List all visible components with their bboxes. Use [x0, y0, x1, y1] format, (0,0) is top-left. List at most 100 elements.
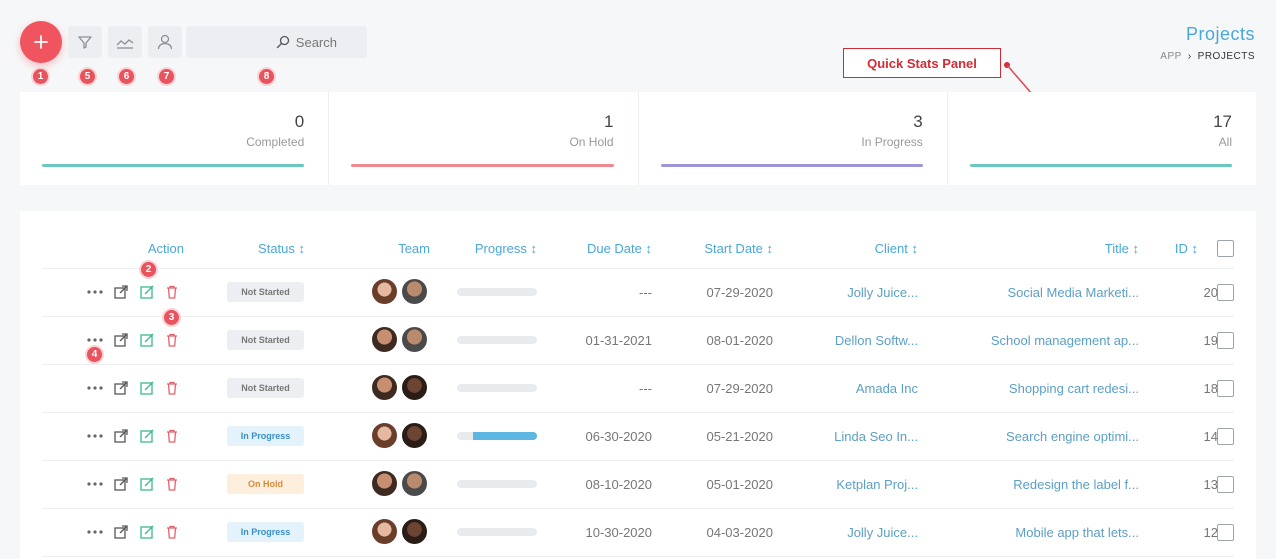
user-button[interactable] — [148, 26, 182, 58]
chart-button[interactable] — [108, 26, 142, 58]
row-client[interactable]: Jolly Juice... — [847, 525, 918, 540]
header-title[interactable]: Title ↕ — [1105, 241, 1139, 256]
delete-icon[interactable] — [164, 428, 180, 444]
filter-button[interactable] — [68, 26, 102, 58]
annotation-badge-2: 2 — [139, 260, 158, 279]
team-avatar[interactable] — [371, 518, 398, 545]
row-id: 12 — [1203, 525, 1218, 540]
header-id[interactable]: ID ↕ — [1175, 241, 1198, 256]
row-title[interactable]: Shopping cart redesi... — [1009, 381, 1139, 396]
stat-completed[interactable]: 0 Completed — [20, 92, 330, 185]
row-client[interactable]: Dellon Softw... — [835, 333, 918, 348]
header-progress[interactable]: Progress ↕ — [475, 241, 537, 256]
team-avatar[interactable] — [371, 374, 398, 401]
breadcrumb-current: PROJECTS — [1197, 51, 1255, 62]
more-options-icon[interactable] — [85, 524, 105, 540]
team-avatar[interactable] — [371, 278, 398, 305]
open-external-icon[interactable] — [113, 524, 129, 540]
row-start-date: 04-03-2020 — [706, 525, 774, 540]
open-external-icon[interactable] — [113, 284, 129, 300]
select-all-checkbox[interactable] — [1217, 240, 1234, 257]
row-client[interactable]: Amada Inc — [856, 381, 918, 396]
row-title[interactable]: Social Media Marketi... — [1008, 285, 1140, 300]
more-options-icon[interactable] — [85, 380, 105, 396]
team-avatar[interactable] — [401, 422, 428, 449]
header-client[interactable]: Client ↕ — [875, 241, 918, 256]
row-id: 19 — [1203, 333, 1218, 348]
stat-all[interactable]: 17 All — [948, 92, 1256, 185]
search-input[interactable]: Search — [186, 26, 367, 58]
quick-stats-callout: Quick Stats Panel — [843, 48, 1001, 78]
row-title[interactable]: School management ap... — [991, 333, 1139, 348]
team-avatar[interactable] — [371, 470, 398, 497]
row-checkbox[interactable] — [1217, 332, 1234, 349]
team-avatar[interactable] — [401, 470, 428, 497]
header-due-date[interactable]: Due Date ↕ — [587, 241, 652, 256]
row-start-date: 08-01-2020 — [706, 333, 774, 348]
edit-icon[interactable] — [139, 284, 155, 300]
open-external-icon[interactable] — [113, 476, 129, 492]
delete-icon[interactable] — [164, 332, 180, 348]
row-divider — [42, 556, 1234, 557]
open-external-icon[interactable] — [113, 332, 129, 348]
row-title[interactable]: Search engine optimi... — [1006, 429, 1139, 444]
edit-icon[interactable] — [139, 332, 155, 348]
status-badge: In Progress — [227, 522, 304, 542]
edit-icon[interactable] — [139, 380, 155, 396]
header-start-date[interactable]: Start Date ↕ — [704, 241, 773, 256]
row-progress-bar — [457, 384, 537, 392]
row-due-date: 06-30-2020 — [585, 429, 653, 444]
row-progress-bar — [457, 336, 537, 344]
row-title[interactable]: Redesign the label f... — [1013, 477, 1139, 492]
search-placeholder: Search — [295, 34, 337, 50]
row-divider — [42, 364, 1234, 365]
edit-icon[interactable] — [139, 524, 155, 540]
row-checkbox[interactable] — [1217, 476, 1234, 493]
header-action: Action — [147, 241, 184, 256]
delete-icon[interactable] — [164, 524, 180, 540]
filter-icon — [78, 36, 92, 49]
breadcrumb-app[interactable]: APP — [1160, 51, 1182, 62]
row-progress-bar — [457, 480, 537, 488]
stat-on-hold[interactable]: 1 On Hold — [329, 92, 639, 185]
team-avatar[interactable] — [401, 518, 428, 545]
line-chart-icon — [116, 39, 134, 49]
row-checkbox[interactable] — [1217, 524, 1234, 541]
team-avatar[interactable] — [371, 326, 398, 353]
row-divider — [42, 508, 1234, 509]
team-avatar[interactable] — [401, 374, 428, 401]
stat-value: 1 — [604, 112, 614, 131]
quick-stats-panel: 0 Completed 1 On Hold 3 In Progress 17 A… — [20, 92, 1256, 185]
open-external-icon[interactable] — [113, 380, 129, 396]
more-options-icon[interactable] — [85, 428, 105, 444]
team-avatar[interactable] — [371, 422, 398, 449]
edit-icon[interactable] — [139, 428, 155, 444]
team-avatar[interactable] — [401, 326, 428, 353]
row-client[interactable]: Jolly Juice... — [847, 285, 918, 300]
add-project-button[interactable] — [20, 21, 62, 63]
edit-icon[interactable] — [139, 476, 155, 492]
open-external-icon[interactable] — [113, 428, 129, 444]
team-avatar[interactable] — [401, 278, 428, 305]
row-checkbox[interactable] — [1217, 284, 1234, 301]
row-client[interactable]: Ketplan Proj... — [836, 477, 918, 492]
status-badge: Not Started — [227, 282, 304, 302]
more-options-icon[interactable] — [85, 284, 105, 300]
stat-in-progress[interactable]: 3 In Progress — [639, 92, 948, 185]
row-client[interactable]: Linda Seo In... — [834, 429, 918, 444]
row-due-date: 08-10-2020 — [585, 477, 653, 492]
header-status[interactable]: Status ↕ — [258, 241, 305, 256]
delete-icon[interactable] — [164, 380, 180, 396]
row-title[interactable]: Mobile app that lets... — [1015, 525, 1139, 540]
row-checkbox[interactable] — [1217, 428, 1234, 445]
row-checkbox[interactable] — [1217, 380, 1234, 397]
more-options-icon[interactable] — [85, 476, 105, 492]
stat-bar — [351, 164, 614, 167]
row-progress-bar — [457, 528, 537, 536]
delete-icon[interactable] — [164, 284, 180, 300]
chevron-right-icon: › — [1187, 51, 1192, 62]
row-due-date: 01-31-2021 — [585, 333, 653, 348]
row-start-date: 07-29-2020 — [706, 285, 774, 300]
delete-icon[interactable] — [164, 476, 180, 492]
row-start-date: 05-21-2020 — [706, 429, 774, 444]
